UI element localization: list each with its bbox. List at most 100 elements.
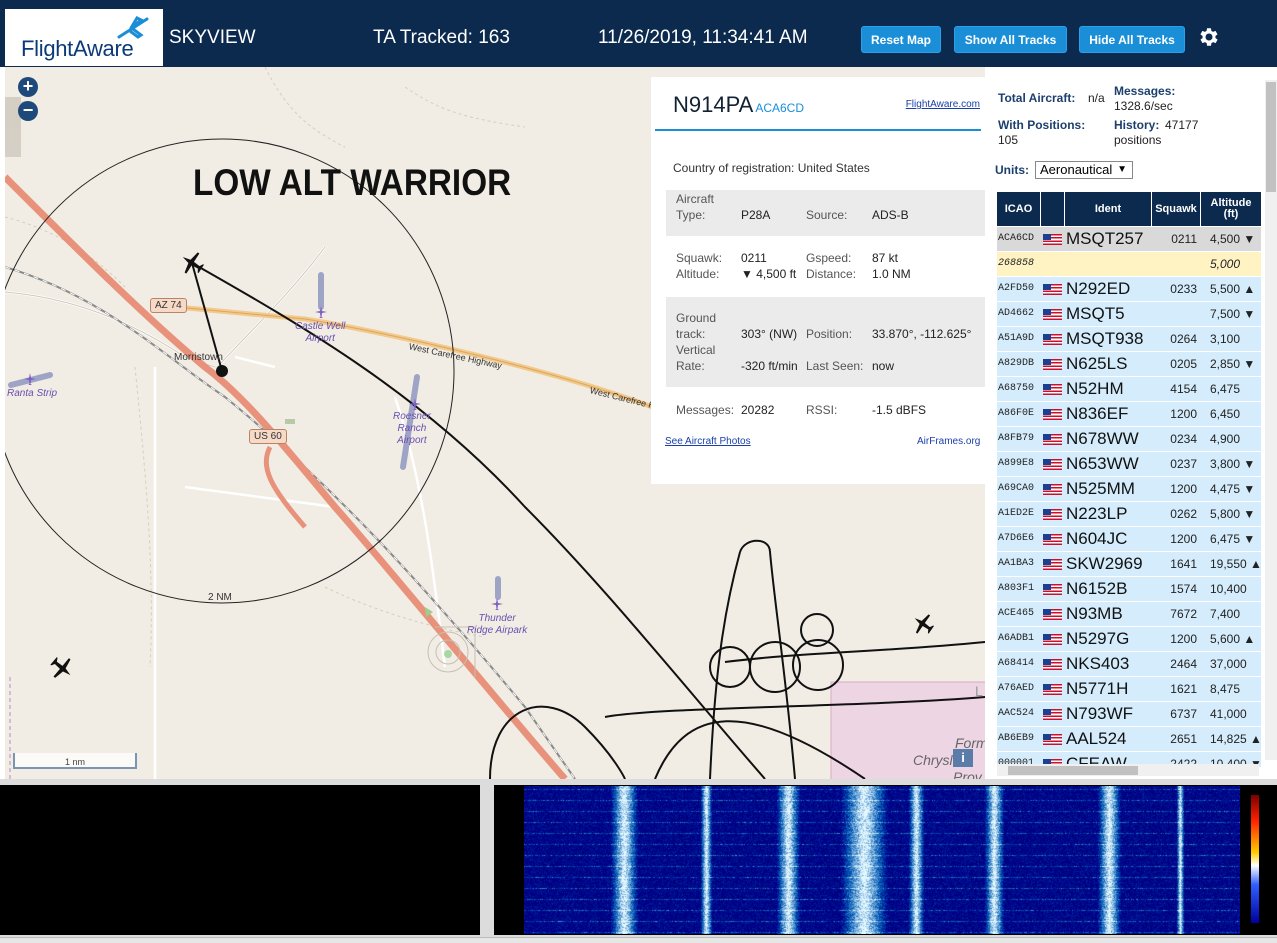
cell-squawk: 0211 <box>1171 232 1197 246</box>
gear-icon[interactable] <box>1196 25 1220 49</box>
history-value: 47177 <box>1165 118 1199 132</box>
waterfall-colorbar <box>1251 795 1259 923</box>
us-flag-icon <box>1043 534 1062 545</box>
cell-altitude: 8,475 <box>1210 682 1241 696</box>
airport-icon <box>491 598 503 610</box>
table-row[interactable]: A86F0E N836EF 1200 6,450 <box>997 402 1261 427</box>
col-icao[interactable]: ICAO <box>997 192 1040 226</box>
table-row[interactable]: A51A9D MSQT938 0264 3,100 <box>997 327 1261 352</box>
history-key: History: <box>1114 118 1160 132</box>
cell-altitude: 10,400 <box>1210 582 1247 596</box>
cell-ident: N6152B <box>1066 579 1128 598</box>
cell-icao: A76AED <box>998 683 1035 694</box>
cell-squawk: 1621 <box>1170 682 1197 696</box>
overlay-title: LOW ALT WARRIOR <box>193 162 512 203</box>
flightaware-logo[interactable]: FlightAware <box>5 9 163 66</box>
zoom-in-button[interactable]: + <box>18 77 38 97</box>
vertical-scroll-thumb[interactable] <box>1266 82 1276 192</box>
cell-icao: A86F0E <box>998 408 1035 419</box>
cell-squawk: 0205 <box>1170 357 1197 371</box>
cell-altitude: 4,475 ▼ <box>1210 482 1256 496</box>
detail-source-value: ADS-B <box>872 208 909 222</box>
table-row[interactable]: A803F1 N6152B 1574 10,400 <box>997 577 1261 602</box>
table-row[interactable]: A76AED N5771H 1621 8,475 <box>997 677 1261 702</box>
cell-ident: N625LS <box>1066 354 1128 373</box>
aircraft-selected-icon[interactable] <box>179 251 205 275</box>
table-row[interactable]: A8FB79 N678WW 0234 4,900 <box>997 427 1261 452</box>
table-row[interactable]: A69CA0 N525MM 1200 4,475 ▼ <box>997 477 1261 502</box>
cell-altitude: 3,100 <box>1210 332 1241 346</box>
table-row[interactable]: A829DB N625LS 0205 2,850 ▼ <box>997 352 1261 377</box>
airframes-link[interactable]: AirFrames.org <box>917 436 980 447</box>
table-row[interactable]: AB6EB9 AAL524 2651 14,825 ▲ <box>997 727 1261 752</box>
detail-rssi-key: RSSI: <box>806 403 838 417</box>
cell-icao: A7D6E6 <box>998 533 1035 544</box>
table-row[interactable]: AD4662 MSQT5 7,500 ▼ <box>997 302 1261 327</box>
cell-altitude: 4,900 <box>1210 432 1241 446</box>
table-row[interactable]: A6ADB1 N5297G 1200 5,600 ▲ <box>997 627 1261 652</box>
detail-gspeed-key: Gspeed: <box>806 251 852 265</box>
total-aircraft-key: Total Aircraft: <box>998 91 1076 105</box>
table-row[interactable]: ACE465 N93MB 7672 7,400 <box>997 602 1261 627</box>
table-row[interactable]: AAC524 N793WF 6737 41,000 <box>997 702 1261 727</box>
cell-icao: A803F1 <box>998 583 1035 594</box>
table-row[interactable]: ACA6CD MSQT257 0211 4,500 ▼ <box>997 227 1261 252</box>
table-row[interactable]: A2FD50 N292ED 0233 5,500 ▲ <box>997 277 1261 302</box>
us-flag-icon <box>1043 334 1062 345</box>
cell-flag <box>1041 252 1064 276</box>
aircraft-icon[interactable] <box>911 612 935 636</box>
place-roesner-ranch: Roesner Ranch Airport <box>393 411 431 446</box>
cell-squawk: 0233 <box>1170 282 1197 296</box>
cell-icao: A2FD50 <box>998 283 1035 294</box>
horizontal-scroll-thumb[interactable] <box>1008 766 1138 775</box>
cell-ident: N604JC <box>1066 529 1128 548</box>
table-row[interactable]: A68414 NKS403 2464 37,000 <box>997 652 1261 677</box>
detail-type-value: P28A <box>741 208 771 222</box>
shield-us60: US 60 <box>249 429 287 444</box>
detail-rssi-value: -1.5 dBFS <box>872 403 927 417</box>
cell-flag <box>1041 702 1064 726</box>
flightaware-link[interactable]: FlightAware.com <box>906 99 980 110</box>
map-scale-bar: 1 nm <box>13 753 137 769</box>
units-label: Units: <box>995 163 1029 177</box>
reset-map-button[interactable]: Reset Map <box>861 26 941 53</box>
col-ident[interactable]: Ident <box>1065 192 1151 226</box>
zoom-out-button[interactable]: − <box>18 101 38 121</box>
chevron-down-icon: ▼ <box>1117 164 1127 175</box>
aircraft-photos-link[interactable]: See Aircraft Photos <box>665 436 751 447</box>
table-row[interactable]: A7D6E6 N604JC 1200 6,475 ▼ <box>997 527 1261 552</box>
cell-ident: N223LP <box>1066 504 1128 523</box>
airport-icon <box>409 398 421 410</box>
us-flag-icon <box>1043 384 1062 395</box>
cell-altitude: 6,450 <box>1210 407 1241 421</box>
history-unit: positions <box>1114 133 1162 147</box>
table-row[interactable]: A1ED2E N223LP 0262 5,800 ▼ <box>997 502 1261 527</box>
col-squawk[interactable]: Squawk <box>1152 192 1200 226</box>
col-altitude[interactable]: Altitude (ft) <box>1201 192 1261 226</box>
table-row[interactable]: A68750 N52HM 4154 6,475 <box>997 377 1261 402</box>
hide-all-tracks-button[interactable]: Hide All Tracks <box>1079 26 1185 53</box>
cell-altitude: 5,800 ▼ <box>1210 507 1256 521</box>
detail-hex: ACA6CD <box>755 101 804 115</box>
cell-squawk: 4154 <box>1170 382 1197 396</box>
table-row[interactable]: 268858 5,000 <box>997 252 1261 277</box>
detail-vrate-value: -320 ft/min <box>741 359 798 373</box>
us-flag-icon <box>1043 634 1062 645</box>
table-row[interactable]: AA1BA3 SKW2969 1641 19,550 ▲ <box>997 552 1261 577</box>
col-flag[interactable] <box>1041 192 1064 226</box>
cell-icao: AB6EB9 <box>998 733 1035 744</box>
map-info-icon[interactable]: i <box>953 749 973 767</box>
table-row[interactable]: A899E8 N653WW 0237 3,800 ▼ <box>997 452 1261 477</box>
show-all-tracks-button[interactable]: Show All Tracks <box>954 26 1067 53</box>
logo-plane-icon <box>117 16 149 39</box>
aircraft-icon[interactable] <box>49 656 75 680</box>
cell-squawk <box>1152 302 1200 326</box>
us-flag-icon <box>1043 709 1062 720</box>
units-select[interactable]: Aeronautical ▼ <box>1035 161 1133 179</box>
cell-icao: A6ADB1 <box>998 633 1035 644</box>
cell-flag <box>1041 577 1064 601</box>
us-flag-icon <box>1043 484 1062 495</box>
aircraft-table[interactable]: ICAO Ident Squawk Altitude (ft) ACA6CD MS… <box>997 192 1261 767</box>
airport-icon <box>315 306 327 318</box>
cell-altitude: 5,600 ▲ <box>1210 632 1256 646</box>
